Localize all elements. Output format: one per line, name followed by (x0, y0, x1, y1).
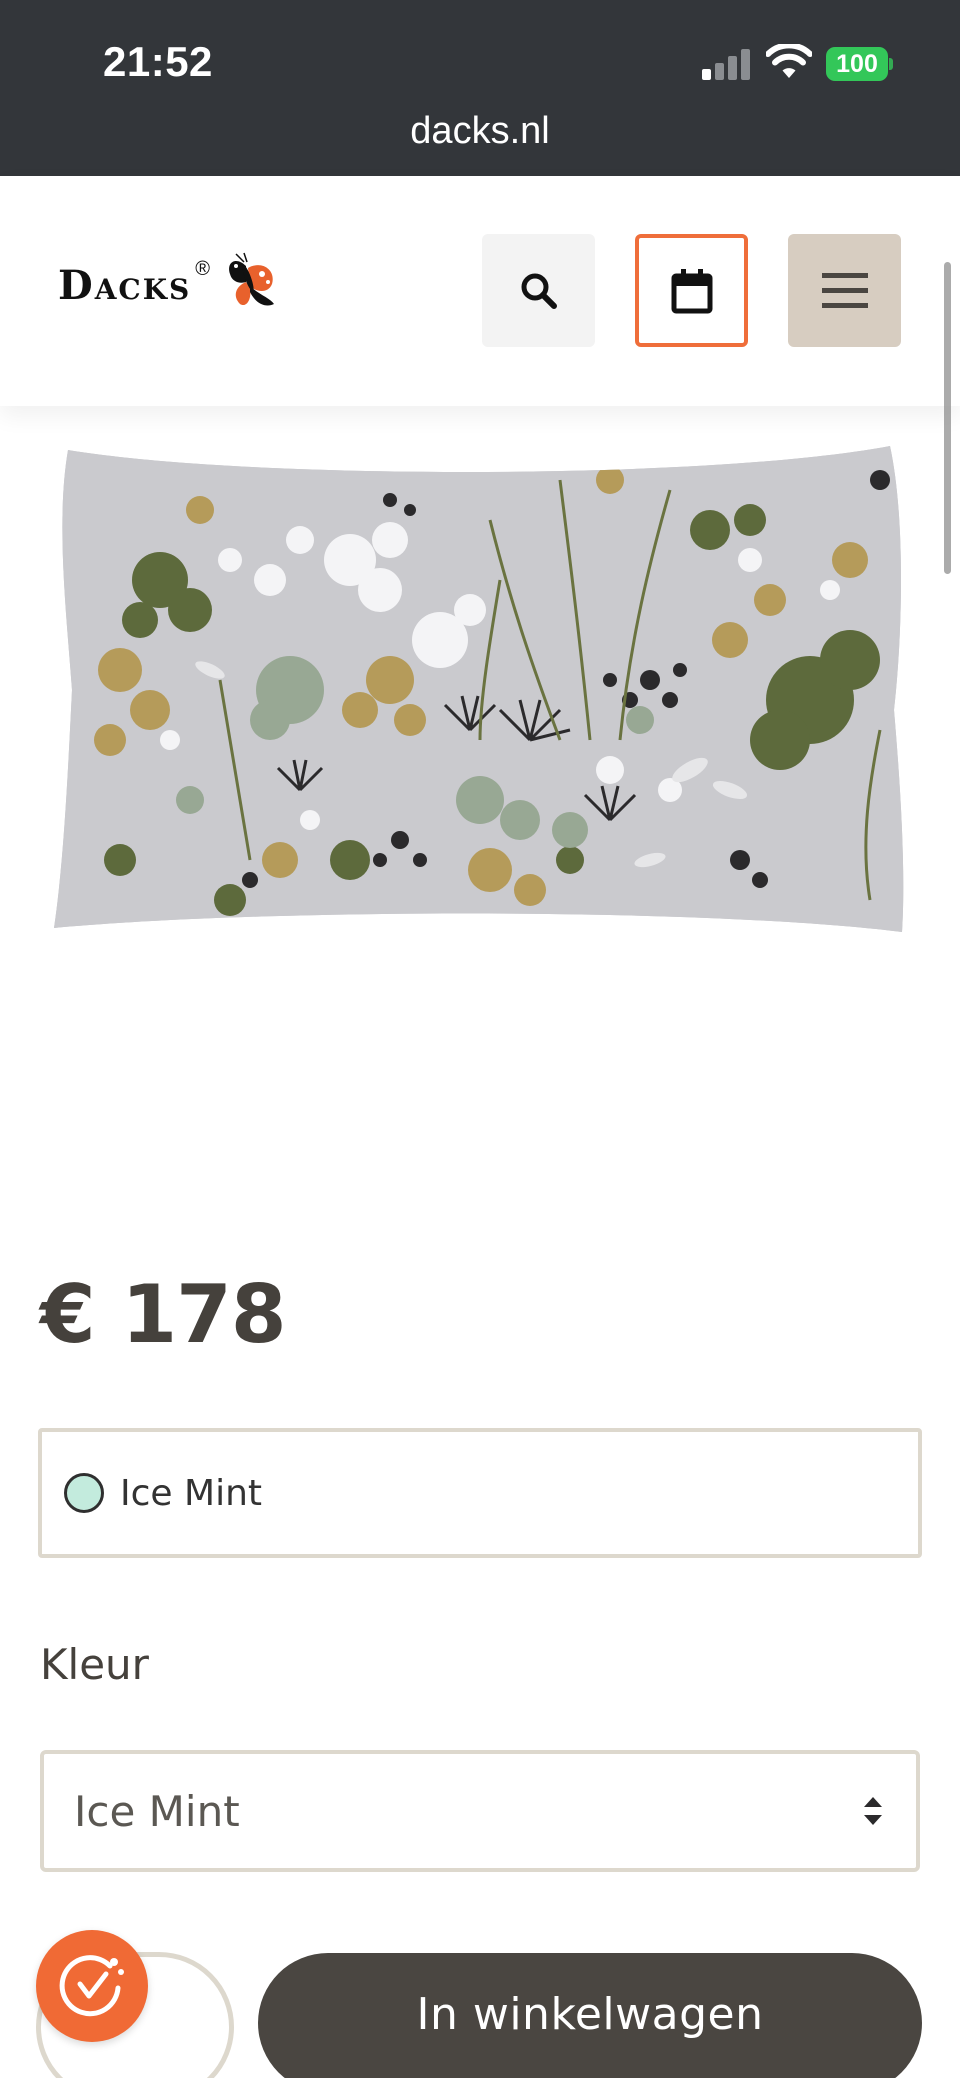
review-badge-button[interactable] (36, 1930, 148, 2042)
product-image-floral-pillow[interactable] (50, 440, 910, 940)
logo-registered-mark: ® (195, 258, 211, 280)
cellular-signal-icon (702, 48, 750, 80)
color-label: Kleur (40, 1640, 149, 1689)
menu-button[interactable] (788, 234, 901, 347)
battery-icon: 100 (826, 47, 893, 81)
wifi-icon (766, 44, 812, 78)
status-time: 21:52 (103, 38, 213, 85)
add-to-cart-button[interactable]: In winkelwagen (258, 1953, 922, 2078)
dacks-logo[interactable]: Dacks ® (58, 252, 282, 322)
site-header: Dacks ® (0, 176, 960, 406)
search-button[interactable] (482, 234, 595, 347)
search-icon (521, 273, 557, 309)
calendar-icon (671, 268, 712, 313)
select-arrows-icon (864, 1797, 882, 1825)
url-bar[interactable]: dacks.nl (0, 110, 960, 153)
product-price: € 178 (40, 1268, 287, 1361)
variant-option-selected[interactable]: Ice Mint (38, 1428, 922, 1558)
logo-text: Dacks (58, 262, 192, 309)
add-to-cart-label: In winkelwagen (416, 1989, 764, 2040)
review-check-icon (59, 1955, 124, 2017)
page-scrollbar[interactable] (944, 262, 951, 574)
battery-level: 100 (826, 47, 888, 81)
variant-option-label: Ice Mint (120, 1472, 262, 1514)
hamburger-menu-icon (821, 272, 868, 308)
color-select[interactable]: Ice Mint (40, 1750, 920, 1872)
status-bar: 21:52 100 dacks.nl (0, 0, 960, 176)
calendar-button[interactable] (635, 234, 748, 347)
butterfly-logo-icon (229, 252, 275, 306)
color-swatch (64, 1473, 104, 1513)
color-select-value: Ice Mint (74, 1786, 240, 1836)
